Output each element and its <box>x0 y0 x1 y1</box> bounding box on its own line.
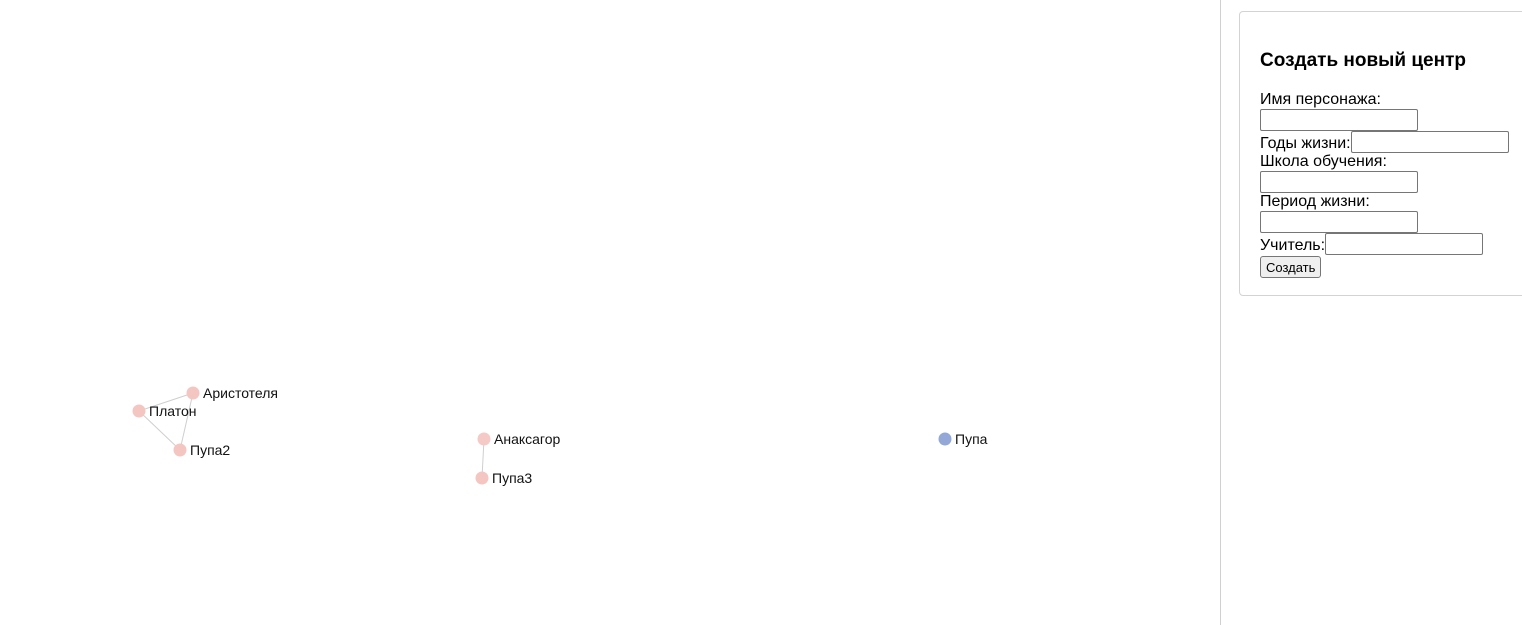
graph-node-circle[interactable] <box>475 471 489 485</box>
graph-node-pupa2[interactable]: Пупа2 <box>173 442 231 458</box>
period-field-row: Период жизни: <box>1260 193 1522 233</box>
graph-node-platon[interactable]: Платон <box>132 403 197 419</box>
school-label: Школа обучения: <box>1260 153 1387 170</box>
graph-canvas[interactable]: Аристотеля Платон Пупа2 Анаксагор Пупа3 Пупа <box>0 0 1220 625</box>
period-input[interactable] <box>1260 211 1418 233</box>
form-title: Создать новый центр <box>1260 50 1466 71</box>
graph-node-label: Анаксагор <box>494 431 561 447</box>
graph-node-circle[interactable] <box>477 432 491 446</box>
graph-node-pupa[interactable]: Пупа <box>938 431 988 447</box>
school-field-row: Школа обучения: <box>1260 153 1522 193</box>
name-label: Имя персонажа: <box>1260 91 1381 108</box>
years-input[interactable] <box>1350 131 1509 153</box>
graph-node-anaxagoras[interactable]: Анаксагор <box>477 431 561 447</box>
graph-node-circle[interactable] <box>132 404 146 418</box>
graph-node-label: Пупа3 <box>492 470 532 486</box>
create-center-panel: Создать новый центр Имя персонажа: Годы … <box>1239 11 1522 296</box>
teacher-field-row: Учитель: <box>1260 233 1522 255</box>
school-input[interactable] <box>1260 171 1418 193</box>
graph-node-pupa3[interactable]: Пупа3 <box>475 470 533 486</box>
name-input[interactable] <box>1260 109 1418 131</box>
graph-node-aristotle[interactable]: Аристотеля <box>186 385 279 401</box>
graph-node-circle[interactable] <box>173 443 187 457</box>
graph-node-circle[interactable] <box>186 386 200 400</box>
graph-node-circle[interactable] <box>938 432 952 446</box>
create-button[interactable]: Создать <box>1260 256 1322 278</box>
years-label: Годы жизни: <box>1260 135 1351 152</box>
years-field-row: Годы жизни: <box>1260 131 1522 153</box>
panel-divider <box>1220 0 1221 625</box>
teacher-input[interactable] <box>1325 233 1484 255</box>
graph-node-label: Аристотеля <box>203 385 278 401</box>
graph-node-label: Платон <box>149 403 196 419</box>
teacher-label: Учитель: <box>1260 237 1326 254</box>
graph-node-label: Пупа2 <box>190 442 230 458</box>
period-label: Период жизни: <box>1260 193 1370 210</box>
graph-svg[interactable]: Аристотеля Платон Пупа2 Анаксагор Пупа3 Пупа <box>0 0 1220 625</box>
name-field-row: Имя персонажа: <box>1260 91 1522 131</box>
create-center-form: Имя персонажа: Годы жизни: Школа обучени… <box>1260 91 1522 278</box>
graph-node-label: Пупа <box>955 431 988 447</box>
